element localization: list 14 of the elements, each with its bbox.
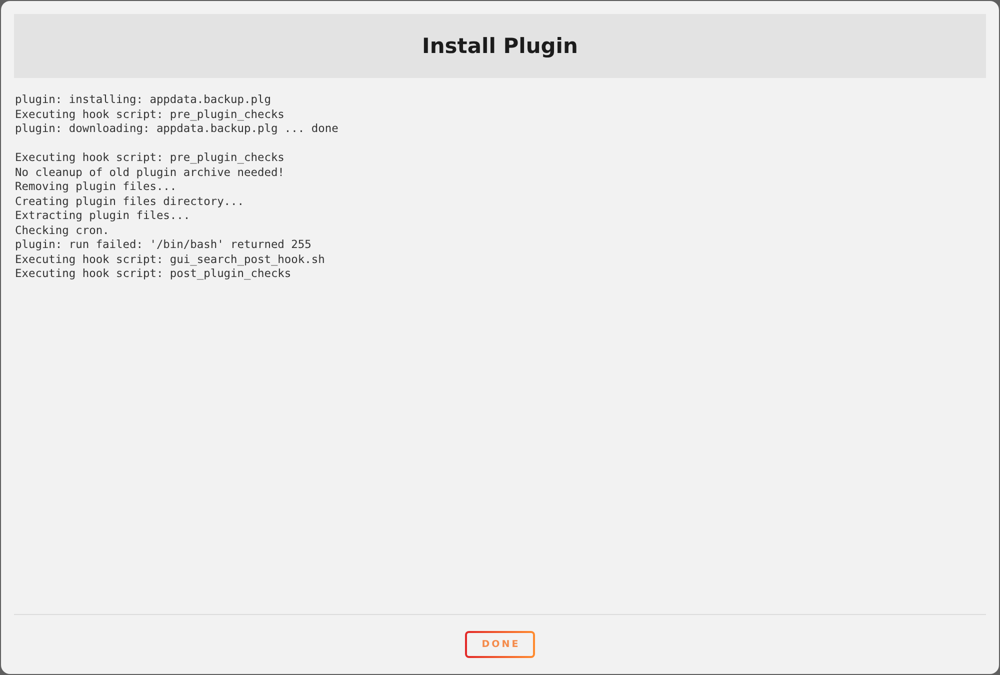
log-line: plugin: installing: appdata.backup.plg (15, 93, 271, 108)
log-line: No cleanup of old plugin archive needed! (15, 166, 284, 180)
log-line: Creating plugin files directory... (15, 194, 244, 209)
log-line: Executing hook script: gui_search_post_hook.sh (15, 252, 325, 267)
dialog-title: Install Plugin (422, 34, 578, 58)
log-line: Extracting plugin files... (15, 209, 190, 224)
log-line: Executing hook script: pre_plugin_checks (15, 151, 284, 166)
log-line: plugin: downloading: appdata.backup.plg ... done (15, 122, 338, 136)
log-line: plugin: run failed: '/bin/bash' returned 255 (15, 238, 312, 252)
log-line: Executing hook script: post_plugin_checks (15, 267, 292, 282)
log-line: Executing hook script: pre_plugin_checks (15, 108, 284, 122)
log-line: Checking cron. (15, 224, 110, 238)
log-line: Removing plugin files... (15, 180, 177, 194)
done-button[interactable]: DONE (465, 631, 535, 658)
